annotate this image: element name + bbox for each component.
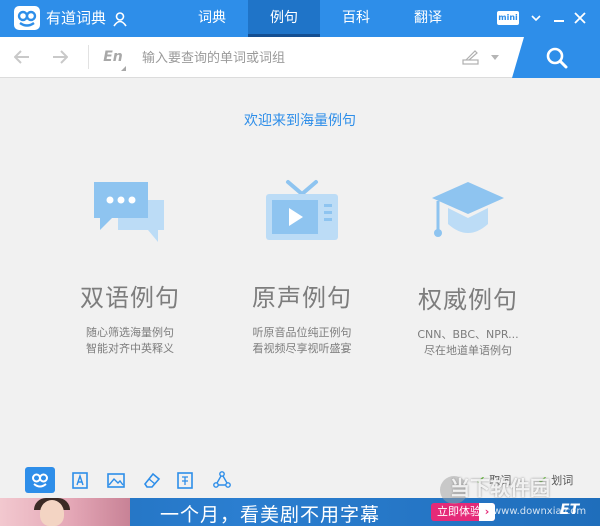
feature-bilingual[interactable]: 双语例句 随心筛选海量例句 智能对齐中英释义 [60,178,200,357]
title-bar: 有道词典 词典 例句 百科 翻译 mini [0,0,600,37]
watermark-text: 当下软件园 [450,476,550,500]
main-nav: 词典 例句 百科 翻译 [176,0,464,37]
tab-translate[interactable]: 翻译 [392,0,464,37]
tv-icon [266,180,338,240]
close-icon[interactable] [572,10,588,26]
apps-button[interactable] [207,467,237,493]
feature-desc: 看视频尽享视听盛宴 [252,342,352,355]
watermark-url: www.downxia.com [493,506,587,517]
chat-bubbles-icon [94,182,164,242]
graduation-cap-icon [432,182,504,237]
feature-original-audio[interactable]: 原声例句 听原音品位纯正例句 看视频尽享视听盛宴 [232,178,372,357]
forward-arrow-icon[interactable] [52,50,68,64]
wordbook-button[interactable] [65,467,95,493]
search-input[interactable] [140,42,454,74]
feature-title: 权威例句 [418,286,518,314]
toggle-label: 划词 [551,474,574,487]
divider [88,45,89,69]
app-logo: 有道词典 [14,6,106,30]
feature-desc: 智能对齐中英释义 [86,342,174,355]
translate-icon [177,472,193,489]
eraser-button[interactable] [137,467,167,493]
tab-encyclopedia[interactable]: 百科 [320,0,392,37]
handwriting-icon[interactable] [462,49,480,65]
chevron-down-icon[interactable] [491,55,499,60]
feature-desc: 听原音品位纯正例句 [252,326,352,339]
home-button[interactable] [25,467,55,493]
ad-photo-face [40,500,64,526]
feature-title: 原声例句 [252,284,352,312]
feature-title: 双语例句 [80,284,180,312]
search-button[interactable] [512,37,600,78]
feature-desc: 尽在地道单语例句 [424,344,512,357]
menu-icon[interactable] [528,10,544,26]
feature-desc: CNN、BBC、NPR... [417,328,519,341]
feature-desc: 随心筛选海量例句 [86,326,174,339]
triangle-apps-icon [213,471,231,488]
youdao-logo-icon [14,6,40,30]
image-icon [107,473,125,488]
mini-mode-button[interactable]: mini [497,11,519,25]
user-icon[interactable] [112,11,128,27]
search-bar: En [0,37,600,78]
language-selector[interactable]: En [96,47,130,67]
ad-headline: 一个月，看美剧不用字幕 [160,504,381,526]
youdao-logo-icon [32,473,48,488]
tab-example-sentences[interactable]: 例句 [248,0,320,37]
eraser-icon [144,472,161,488]
tab-dictionary[interactable]: 词典 [176,0,248,37]
welcome-heading: 欢迎来到海量例句 [244,113,356,129]
minimize-icon[interactable] [551,10,567,26]
ad-photo [0,498,130,526]
language-corner-icon [121,66,126,71]
app-title: 有道词典 [46,9,107,27]
translate-button[interactable] [170,467,200,493]
back-arrow-icon[interactable] [14,50,30,64]
search-icon [546,47,568,69]
image-translate-button[interactable] [101,467,131,493]
wordbook-icon [72,472,88,489]
ad-try-now-button[interactable]: 立即体验 [431,503,495,521]
feature-authoritative[interactable]: 权威例句 CNN、BBC、NPR... 尽在地道单语例句 [398,178,538,359]
